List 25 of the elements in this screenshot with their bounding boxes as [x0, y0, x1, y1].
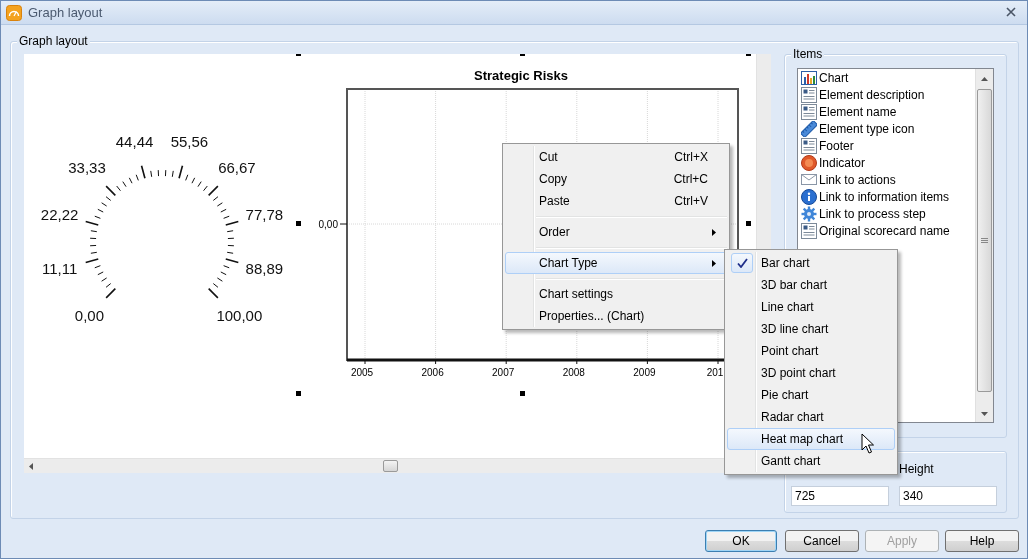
group-title: Graph layout — [17, 34, 90, 48]
scale-label: 77,78 — [245, 206, 284, 224]
chart-title: Strategic Risks — [474, 68, 568, 83]
scale-label: 33,33 — [68, 159, 106, 177]
scale-label: 66,67 — [218, 159, 256, 177]
shortcut-text: Ctrl+X — [674, 150, 709, 164]
shortcut-text: Ctrl+V — [674, 194, 709, 208]
group-title: Items — [791, 47, 825, 61]
scale-label: 100,00 — [216, 306, 263, 324]
scale-label: 88,89 — [245, 259, 284, 277]
field-label: Height — [899, 462, 935, 478]
window-title: Graph layout — [28, 5, 103, 20]
scale-label: 55,56 — [170, 132, 209, 150]
axis-label: 0,00 — [318, 218, 338, 230]
axis-label: 2008 — [562, 367, 585, 378]
scale-label: 0,00 — [74, 306, 105, 324]
axis-label: 201 — [706, 367, 724, 378]
scale-label: 11,11 — [41, 259, 78, 277]
axis-label: 2009 — [633, 367, 656, 378]
scale-label: 22,22 — [40, 206, 79, 224]
axis-label: 2005 — [350, 367, 374, 378]
scale-label: 44,44 — [115, 132, 154, 150]
axis-label: 2007 — [492, 367, 515, 378]
shortcut-text: Ctrl+C — [673, 172, 709, 186]
axis-label: 2006 — [421, 367, 444, 378]
